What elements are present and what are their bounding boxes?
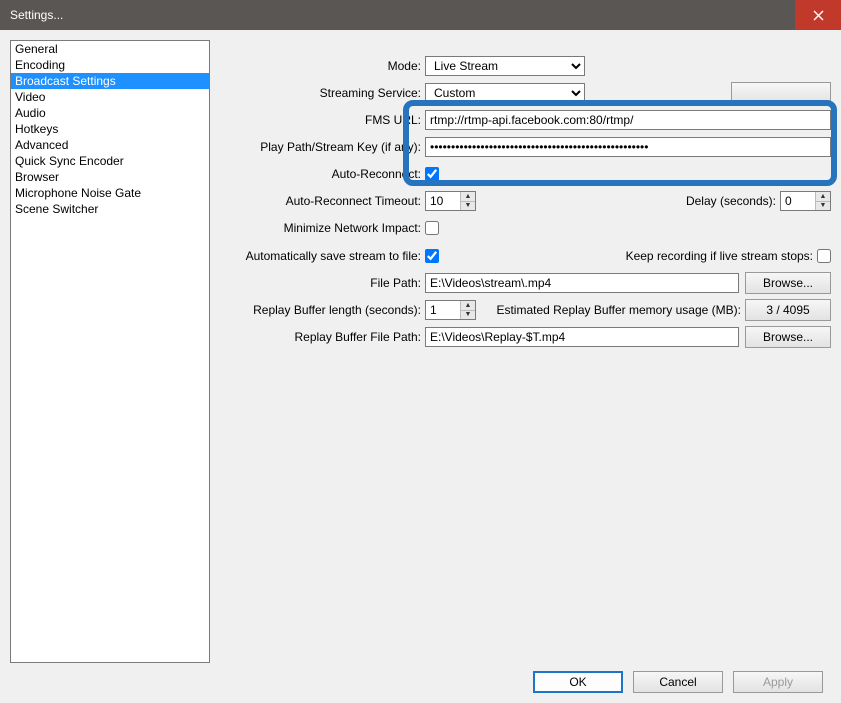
replay-buffer-memory-label: Estimated Replay Buffer memory usage (MB… <box>496 303 745 317</box>
streaming-service-label: Streaming Service: <box>220 86 425 100</box>
replay-buffer-file-path-label: Replay Buffer File Path: <box>220 330 425 344</box>
title-bar: Settings... <box>0 0 841 30</box>
file-path-label: File Path: <box>220 276 425 290</box>
stream-key-input[interactable] <box>425 137 831 157</box>
close-icon <box>813 10 824 21</box>
spinner-up-icon[interactable]: ▲ <box>461 192 475 202</box>
replay-buffer-file-path-input[interactable] <box>425 327 739 347</box>
sidebar-item-audio[interactable]: Audio <box>11 105 209 121</box>
auto-reconnect-checkbox[interactable] <box>425 167 439 181</box>
replay-buffer-length-spinner[interactable]: ▲▼ <box>425 300 476 320</box>
replay-buffer-file-path-browse-button[interactable]: Browse... <box>745 326 831 348</box>
dialog-buttons: OK Cancel Apply <box>533 671 823 693</box>
replay-buffer-memory-display: 3 / 4095 <box>745 299 831 321</box>
auto-reconnect-timeout-label: Auto-Reconnect Timeout: <box>220 194 425 208</box>
fms-url-label: FMS URL: <box>220 113 425 127</box>
auto-reconnect-timeout-input[interactable] <box>426 192 460 210</box>
fms-url-input[interactable] <box>425 110 831 130</box>
minimize-network-impact-label: Minimize Network Impact: <box>220 221 425 235</box>
spinner-down-icon[interactable]: ▼ <box>461 311 475 320</box>
keep-recording-checkbox[interactable] <box>817 249 831 263</box>
sidebar-item-microphone-noise-gate[interactable]: Microphone Noise Gate <box>11 185 209 201</box>
auto-save-stream-checkbox[interactable] <box>425 249 439 263</box>
replay-buffer-length-input[interactable] <box>426 301 460 319</box>
auto-reconnect-timeout-spinner[interactable]: ▲▼ <box>425 191 476 211</box>
spinner-down-icon[interactable]: ▼ <box>816 202 830 211</box>
sidebar-item-advanced[interactable]: Advanced <box>11 137 209 153</box>
sidebar-item-scene-switcher[interactable]: Scene Switcher <box>11 201 209 217</box>
mode-label: Mode: <box>220 59 425 73</box>
auto-reconnect-label: Auto-Reconnect: <box>220 167 425 181</box>
keep-recording-label: Keep recording if live stream stops: <box>626 249 817 263</box>
spinner-up-icon[interactable]: ▲ <box>816 192 830 202</box>
mode-select[interactable]: Live Stream <box>425 56 585 76</box>
auto-save-stream-label: Automatically save stream to file: <box>220 249 425 263</box>
settings-category-list[interactable]: General Encoding Broadcast Settings Vide… <box>10 40 210 663</box>
streaming-service-select[interactable]: Custom <box>425 83 585 103</box>
replay-buffer-length-label: Replay Buffer length (seconds): <box>220 303 425 317</box>
minimize-network-impact-checkbox[interactable] <box>425 221 439 235</box>
sidebar-item-hotkeys[interactable]: Hotkeys <box>11 121 209 137</box>
delay-label: Delay (seconds): <box>686 194 780 208</box>
sidebar-item-general[interactable]: General <box>11 41 209 57</box>
spinner-down-icon[interactable]: ▼ <box>461 202 475 211</box>
streaming-service-action-button[interactable] <box>731 82 831 104</box>
sidebar-item-quick-sync-encoder[interactable]: Quick Sync Encoder <box>11 153 209 169</box>
delay-input[interactable] <box>781 192 815 210</box>
file-path-browse-button[interactable]: Browse... <box>745 272 831 294</box>
file-path-input[interactable] <box>425 273 739 293</box>
sidebar-item-broadcast-settings[interactable]: Broadcast Settings <box>11 73 209 89</box>
delay-spinner[interactable]: ▲▼ <box>780 191 831 211</box>
sidebar-item-video[interactable]: Video <box>11 89 209 105</box>
settings-panel: Mode: Live Stream Streaming Service: Cus… <box>220 40 831 663</box>
stream-key-label: Play Path/Stream Key (if any): <box>220 140 425 154</box>
cancel-button[interactable]: Cancel <box>633 671 723 693</box>
ok-button[interactable]: OK <box>533 671 623 693</box>
close-button[interactable] <box>795 0 841 30</box>
apply-button[interactable]: Apply <box>733 671 823 693</box>
sidebar-item-browser[interactable]: Browser <box>11 169 209 185</box>
window-title: Settings... <box>10 8 63 22</box>
spinner-up-icon[interactable]: ▲ <box>461 301 475 311</box>
sidebar-item-encoding[interactable]: Encoding <box>11 57 209 73</box>
